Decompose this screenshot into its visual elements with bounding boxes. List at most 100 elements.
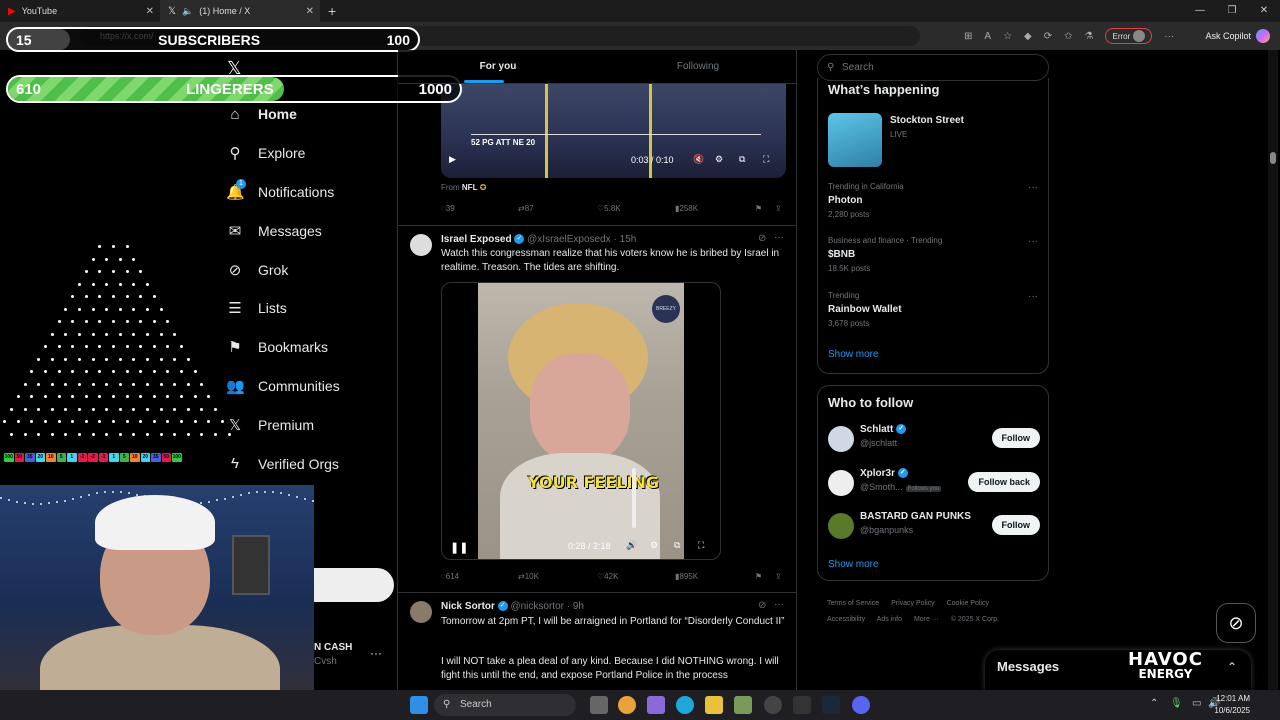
footer-link[interactable]: More ··· (914, 616, 939, 623)
tab-x-home[interactable]: 𝕏 🔈 (1) Home / X ✕ (160, 0, 320, 22)
collections-icon[interactable]: ⚗ (1085, 31, 1094, 42)
messages-drawer[interactable]: Messages ⌃ (985, 650, 1251, 690)
avatar[interactable] (828, 470, 854, 496)
nav-item-grok[interactable]: ⊘ Grok (226, 250, 340, 289)
repost-button[interactable]: ⇄ 10K (518, 572, 539, 581)
settings-icon[interactable]: ⚙ (715, 154, 723, 165)
settings-app-icon[interactable] (764, 696, 782, 714)
nav-item-communities[interactable]: 👥 Communities (226, 367, 340, 406)
more-icon[interactable]: ··· (1028, 182, 1038, 193)
tab-following[interactable]: Following (598, 50, 796, 83)
suggestion-name[interactable]: Xplor3r ✓ (860, 468, 908, 479)
views-button[interactable]: ▮ 258K (675, 204, 698, 213)
post-time[interactable]: · 9h (567, 601, 584, 612)
author-name[interactable]: Nick Sortor (441, 601, 495, 612)
settings-icon[interactable]: ⚙ (650, 540, 658, 551)
favorite-star-icon[interactable]: ☆ (1003, 31, 1012, 42)
copilot-button[interactable]: Ask Copilot (1205, 22, 1270, 50)
follow-back-button[interactable]: Follow back (968, 472, 1040, 492)
grok-icon[interactable]: ⊘ (758, 600, 766, 611)
nav-item-notifications[interactable]: 🔔 Notifications 1 (226, 173, 340, 212)
post-time[interactable]: · 15h (613, 234, 636, 245)
follow-button[interactable]: Follow (991, 515, 1040, 535)
suggestion-name[interactable]: Schlatt ✓ (860, 424, 907, 435)
scrollbar[interactable] (1268, 50, 1278, 690)
grok-floating-button[interactable]: ⊘ (1216, 603, 1256, 643)
reply-button[interactable]: ◌ 614 (441, 572, 459, 581)
more-icon[interactable]: ··· (1028, 236, 1038, 247)
nav-item-verified-orgs[interactable]: ϟ Verified Orgs (226, 444, 340, 483)
show-more-link[interactable]: Show more (828, 349, 879, 360)
search-input[interactable]: ⚲ Search (817, 54, 1049, 81)
pause-icon[interactable]: ❚❚ (450, 541, 468, 554)
task-view-icon[interactable] (590, 696, 608, 714)
footer-link[interactable]: Cookie Policy (947, 600, 989, 607)
reply-button[interactable]: ◌ 39 (441, 204, 455, 213)
nav-item-lists[interactable]: ☰ Lists (226, 289, 340, 328)
suggestion-name[interactable]: BASTARD GAN PUNKS (860, 511, 971, 522)
show-more-link[interactable]: Show more (828, 559, 879, 570)
discord-icon[interactable] (852, 696, 870, 714)
views-button[interactable]: ▮ 895K (675, 572, 698, 581)
new-tab-button[interactable]: + (328, 3, 336, 19)
more-icon[interactable]: ··· (774, 599, 784, 610)
post-video[interactable]: BREEZY YOUR FEELING ❚❚ 0:28 / 2:18 🔊 ⚙ ⧉… (441, 282, 721, 560)
grok-icon[interactable]: ⊘ (758, 233, 766, 244)
clock[interactable]: 12:01 AM 10/6/2025 (1214, 693, 1250, 717)
like-button[interactable]: ♡ 5.8K (597, 204, 621, 213)
steam-icon[interactable] (822, 696, 840, 714)
nav-item-bookmarks[interactable]: ⚑ Bookmarks (226, 328, 340, 367)
minimize-icon[interactable]: — (1184, 0, 1216, 22)
avatar[interactable] (828, 513, 854, 539)
tab-youtube[interactable]: ▶ YouTube ✕ (0, 0, 160, 22)
profile-error-pill[interactable]: Error (1105, 28, 1153, 44)
live-event-name[interactable]: Stockton Street (890, 115, 964, 126)
volume-icon[interactable]: 🔊 (626, 540, 637, 551)
avatar[interactable] (828, 426, 854, 452)
favorites-icon[interactable]: ✩ (1064, 31, 1072, 42)
fullscreen-icon[interactable]: ⛶ (763, 154, 769, 165)
maximize-icon[interactable]: ❐ (1216, 0, 1248, 22)
follow-button[interactable]: Follow (991, 428, 1040, 448)
close-window-icon[interactable]: ✕ (1248, 0, 1280, 22)
file-explorer-icon[interactable] (705, 696, 723, 714)
account-more-icon[interactable]: ··· (370, 646, 382, 660)
avatar[interactable] (410, 601, 432, 623)
author-name[interactable]: Israel Exposed (441, 234, 512, 245)
fullscreen-icon[interactable]: ⛶ (698, 540, 704, 551)
source-name[interactable]: NFL (462, 183, 478, 192)
trend-name[interactable]: Photon (828, 195, 862, 206)
read-aloud-icon[interactable]: A (984, 31, 991, 42)
more-icon[interactable]: ··· (774, 232, 784, 243)
share-icon[interactable]: ⇪ (775, 204, 782, 213)
pip-icon[interactable]: ⧉ (674, 540, 680, 551)
app-icon[interactable] (793, 696, 811, 714)
live-event-thumbnail[interactable] (828, 113, 882, 167)
extension-icon[interactable]: ◆ (1024, 31, 1032, 42)
nav-item-premium[interactable]: 𝕏 Premium (226, 405, 340, 444)
volume-slider[interactable] (632, 468, 636, 528)
refresh-extension-icon[interactable]: ⟳ (1044, 31, 1052, 42)
taskbar-search[interactable]: ⚲ Search (434, 694, 576, 716)
avatar[interactable] (410, 234, 432, 256)
bookmark-icon[interactable]: ⚑ (755, 204, 762, 213)
footer-link[interactable]: Ads info (877, 616, 902, 623)
nav-item-explore[interactable]: ⚲ Explore (226, 134, 340, 173)
edge-icon[interactable] (676, 696, 694, 714)
nav-item-messages[interactable]: ✉ Messages (226, 211, 340, 250)
author-handle[interactable]: @xIsraelExposedx (527, 234, 611, 245)
close-tab-icon[interactable]: ✕ (306, 6, 314, 17)
app-icon[interactable] (647, 696, 665, 714)
footer-link[interactable]: Terms of Service (827, 600, 879, 607)
video-progress-track[interactable] (471, 134, 761, 135)
bookmark-icon[interactable]: ⚑ (755, 572, 762, 581)
trend-name[interactable]: $BNB (828, 249, 855, 260)
tray-chevron-icon[interactable]: ⌃ (1150, 698, 1158, 709)
app-icon[interactable] (734, 696, 752, 714)
trend-name[interactable]: Rainbow Wallet (828, 304, 902, 315)
split-screen-icon[interactable]: ⊞ (964, 31, 972, 42)
microphone-icon[interactable]: 🎙 (1170, 698, 1183, 709)
speaker-icon[interactable]: 🔈 (182, 6, 193, 17)
more-icon[interactable]: ··· (1164, 31, 1174, 42)
pip-icon[interactable]: ⧉ (739, 154, 745, 165)
